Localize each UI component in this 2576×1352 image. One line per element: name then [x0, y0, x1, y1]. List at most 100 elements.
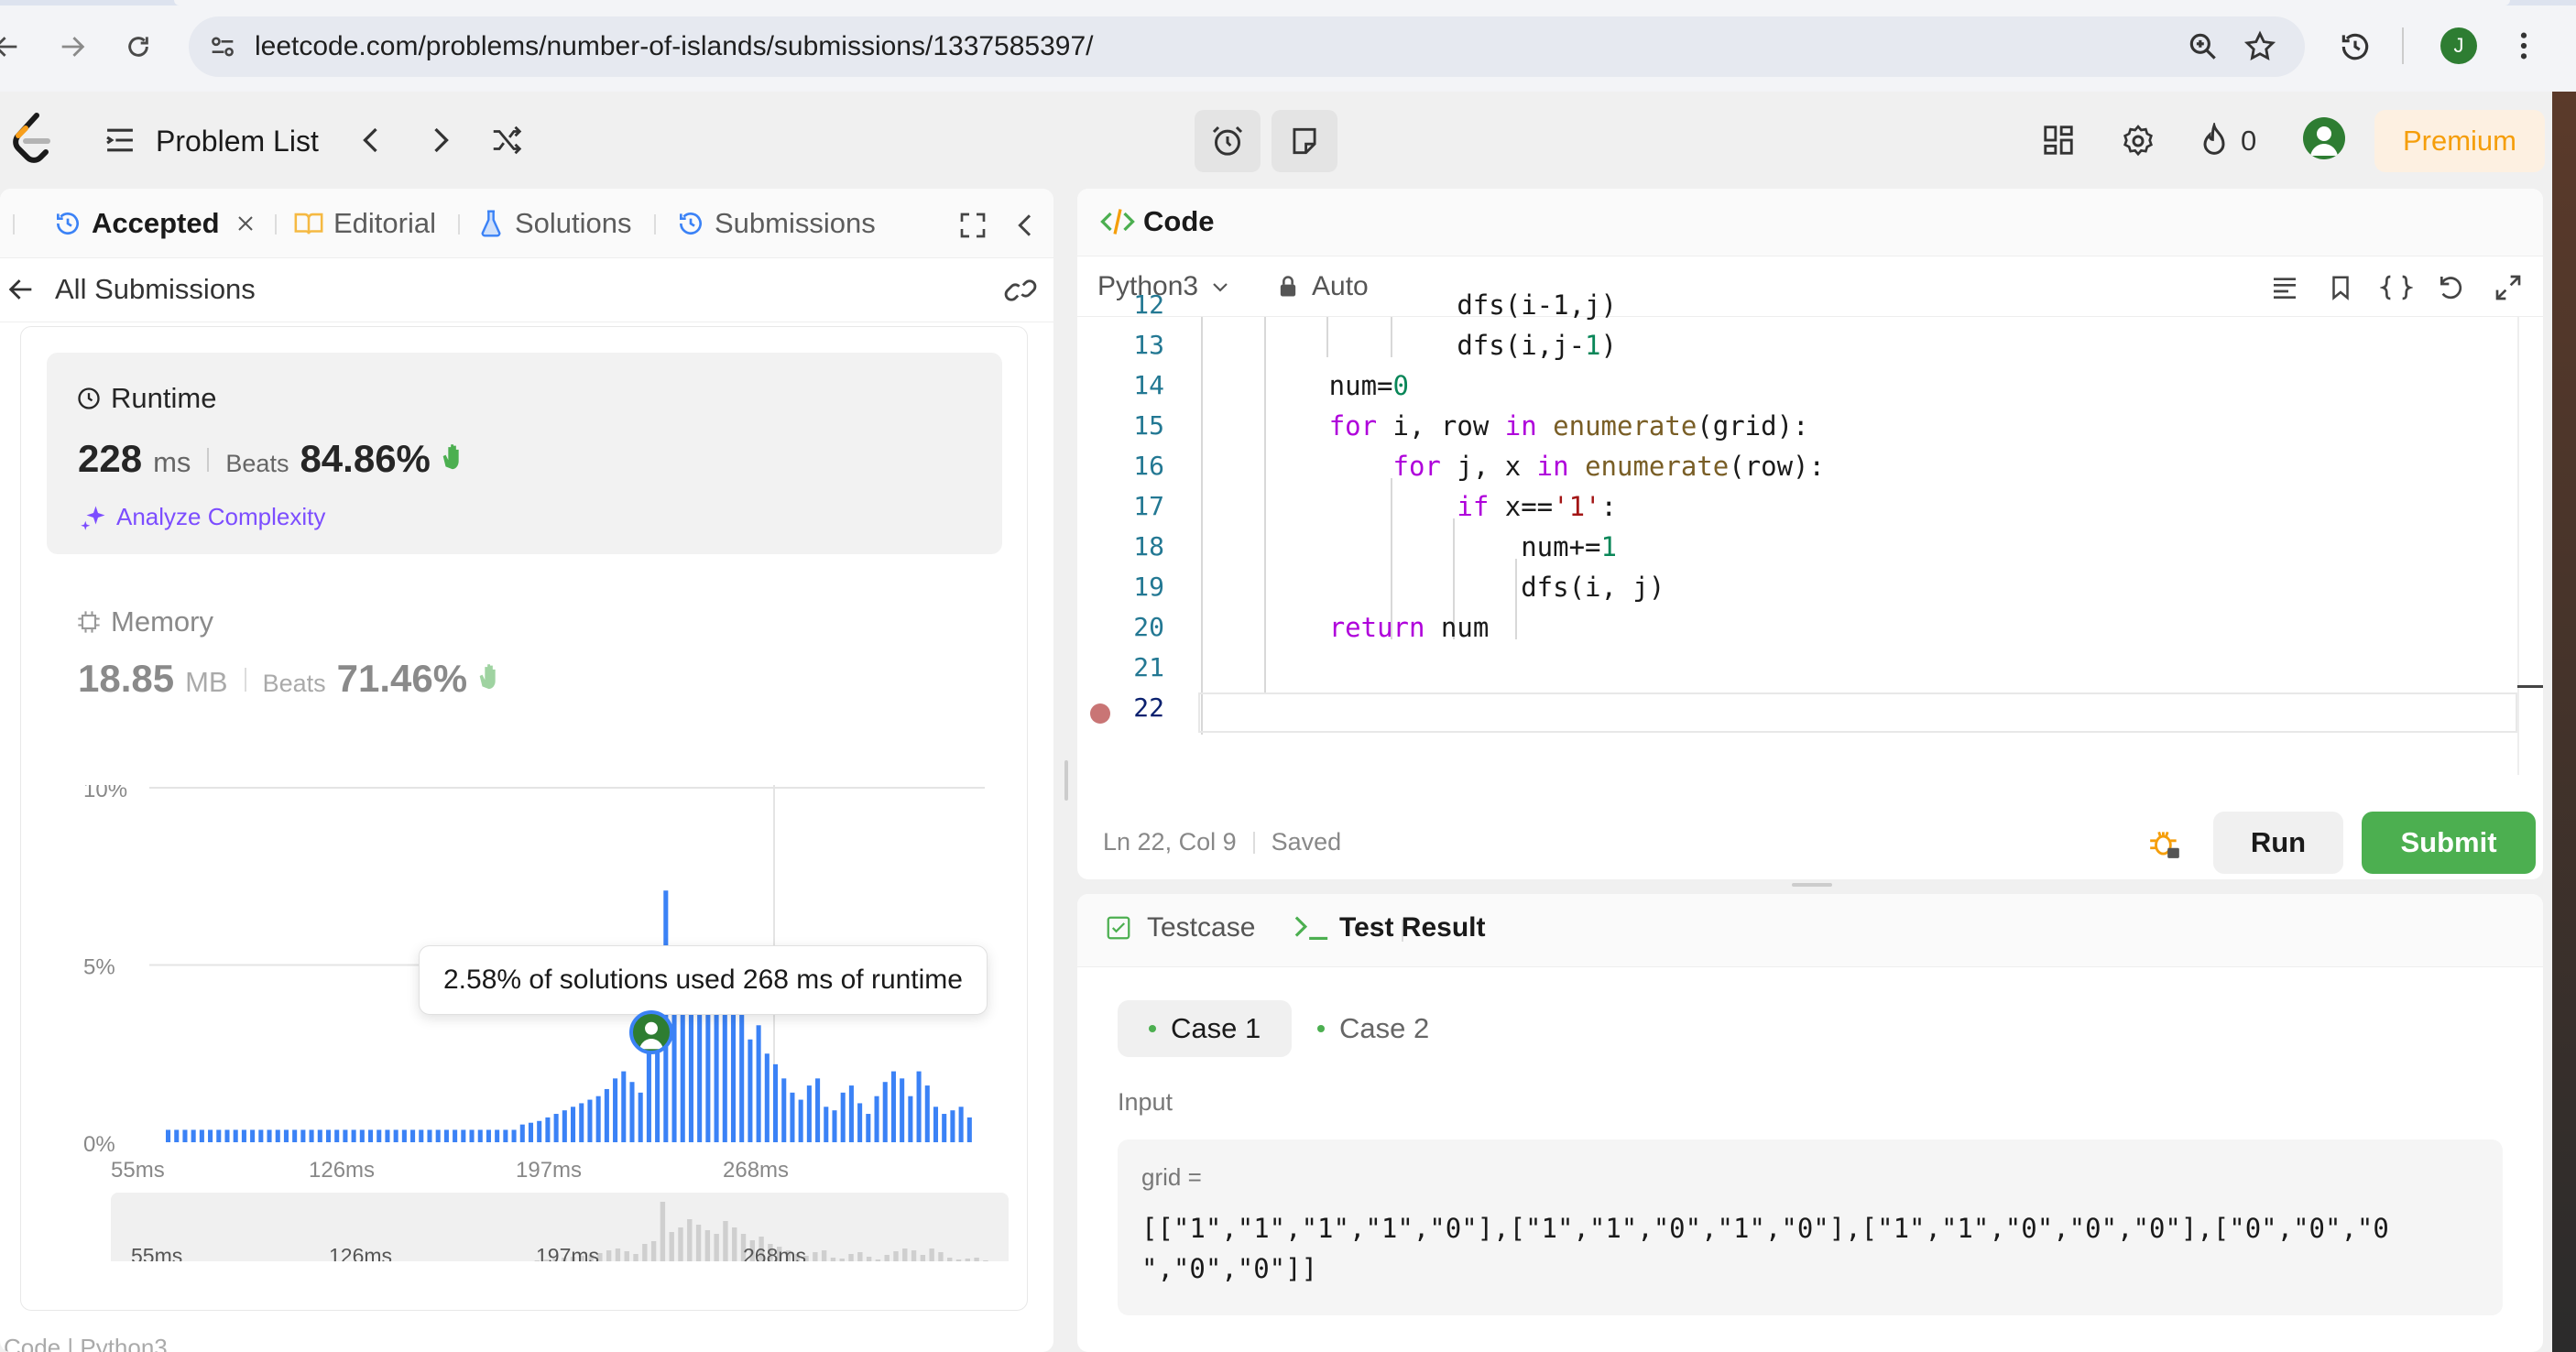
code-text: for i, row in enumerate(grid): [1328, 410, 1809, 442]
chart-bar [519, 1124, 525, 1142]
streak-counter[interactable]: 0 [2199, 123, 2256, 159]
all-submissions-link[interactable]: All Submissions [5, 273, 256, 306]
layout-icon[interactable] [2041, 123, 2076, 162]
editor-scrollbar[interactable] [2517, 317, 2519, 775]
zoom-icon[interactable] [2186, 29, 2221, 69]
site-settings-icon[interactable] [207, 31, 238, 67]
fullscreen-icon[interactable] [958, 211, 988, 245]
share-link-icon[interactable] [1002, 275, 1039, 311]
range-slider-bar [821, 1250, 827, 1261]
panel-resize-handle[interactable] [1064, 760, 1068, 801]
chart-bar [562, 1110, 567, 1142]
input-value-box[interactable]: grid = [["1","1","1","1","0"],["1","1","… [1118, 1139, 2503, 1315]
panel-resize-handle[interactable] [1792, 883, 1832, 887]
chart-bar [908, 1096, 913, 1142]
tab-test-result[interactable]: Test Result [1293, 912, 1485, 943]
forward-icon[interactable] [49, 24, 95, 70]
divider [1252, 831, 1255, 854]
address-bar[interactable]: leetcode.com/problems/number-of-islands/… [189, 16, 2305, 77]
collapse-panel-icon[interactable] [1011, 211, 1041, 245]
x-tick-label: 55ms [111, 1158, 165, 1183]
chart-bar [739, 1014, 745, 1142]
case-2-tab[interactable]: Case 2 [1297, 1000, 1449, 1057]
pass-dot [1317, 1025, 1325, 1032]
code-editor[interactable]: 12 dfs(i-1,j) 13 dfs(i,j-1) 14 num=0 15 … [1077, 289, 2543, 775]
prev-problem-icon[interactable] [355, 123, 388, 162]
submit-button[interactable]: Submit [2362, 812, 2536, 874]
bookmark-star-icon[interactable] [2243, 29, 2277, 69]
chart-bar [401, 1129, 407, 1142]
chart-bar [393, 1129, 398, 1142]
timer-button[interactable] [1195, 110, 1261, 172]
code-text: num=0 [1201, 370, 1409, 401]
range-slider-tick-label: 268ms [743, 1244, 806, 1261]
runtime-distribution-chart[interactable]: 10%5%0%55ms 126ms 197ms 268ms55ms 126ms 197ms… [21, 785, 1029, 1261]
runtime-box[interactable]: Runtime 228 ms Beats 84.86% Analyze Comp… [47, 353, 1002, 554]
leetcode-logo[interactable] [7, 112, 55, 167]
range-slider-bar [669, 1232, 674, 1261]
memory-header[interactable]: Memory [76, 605, 213, 638]
problem-list-icon[interactable] [103, 125, 137, 160]
range-slider-bar [650, 1241, 657, 1261]
back-icon[interactable] [0, 24, 29, 70]
chart-bar [528, 1122, 534, 1142]
code-line: 15 for i, row in enumerate(grid): [1077, 410, 2543, 451]
left-tab-bar: Accepted Editorial Solutions Submissions [0, 189, 1053, 258]
code-language-peek: Code | Python3 [4, 1334, 168, 1352]
test-tab-bar: Testcase Test Result [1077, 894, 2543, 967]
tab-solutions[interactable]: Solutions [478, 205, 632, 242]
user-avatar[interactable] [2303, 117, 2345, 159]
premium-button[interactable]: Premium [2374, 110, 2545, 172]
profile-avatar[interactable]: J [2440, 27, 2477, 64]
code-line: 21 [1077, 652, 2543, 692]
my-submission-avatar[interactable] [629, 1010, 673, 1054]
tab-accepted[interactable]: Accepted [53, 205, 257, 242]
line-number: 21 [1133, 652, 1164, 682]
line-number: 15 [1133, 410, 1164, 441]
code-title-label: Code [1143, 205, 1215, 237]
tab-divider [654, 214, 656, 234]
run-button[interactable]: Run [2213, 812, 2343, 874]
chip-icon [78, 611, 100, 633]
tab-testcase[interactable]: Testcase [1105, 912, 1255, 943]
chart-bar [334, 1129, 340, 1142]
reload-icon[interactable] [115, 24, 161, 70]
tab-submissions[interactable]: Submissions [676, 205, 876, 242]
tab-editorial[interactable]: Editorial [293, 205, 436, 242]
tab-submissions-label: Submissions [715, 207, 876, 239]
chart-bar [579, 1103, 584, 1142]
chart-bar [874, 1096, 879, 1142]
browser-menu-icon[interactable] [2508, 27, 2539, 69]
range-slider-bar [857, 1252, 863, 1261]
terminal-icon [1294, 916, 1328, 940]
problem-list-label[interactable]: Problem List [156, 125, 319, 158]
clap-hands-icon [479, 664, 496, 690]
leetcode-topbar: Problem List 0 Premium [0, 92, 2576, 189]
chart-bar [419, 1129, 424, 1142]
range-slider-bar [678, 1227, 683, 1261]
history-icon[interactable] [2338, 29, 2373, 69]
tab-accepted-label: Accepted [92, 207, 220, 239]
chart-bar [595, 1096, 601, 1142]
range-slider-bar [606, 1250, 612, 1261]
notes-button[interactable] [1272, 110, 1337, 172]
next-problem-icon[interactable] [423, 123, 456, 162]
flask-icon [481, 210, 501, 237]
active-tab[interactable] [174, 0, 2510, 5]
shuffle-icon[interactable] [487, 123, 526, 162]
chart-bar [815, 1078, 821, 1142]
chart-bar [890, 1071, 896, 1142]
chart-tooltip: 2.58% of solutions used 268 ms of runtim… [419, 945, 988, 1015]
chart-bar [511, 1129, 517, 1142]
range-slider-bar [884, 1255, 890, 1261]
range-slider-bar [902, 1248, 908, 1261]
chart-bar [916, 1071, 922, 1142]
chart-bar [806, 1085, 812, 1142]
chart-bar [958, 1107, 964, 1142]
case-1-tab[interactable]: Case 1 [1118, 1000, 1293, 1057]
analyze-complexity-link[interactable]: Analyze Complexity [80, 503, 325, 531]
url-text[interactable]: leetcode.com/problems/number-of-islands/… [255, 31, 1094, 62]
settings-gear-icon[interactable] [2120, 123, 2156, 164]
minimap-marker [2517, 685, 2543, 688]
debugger-icon[interactable] [2147, 826, 2182, 866]
